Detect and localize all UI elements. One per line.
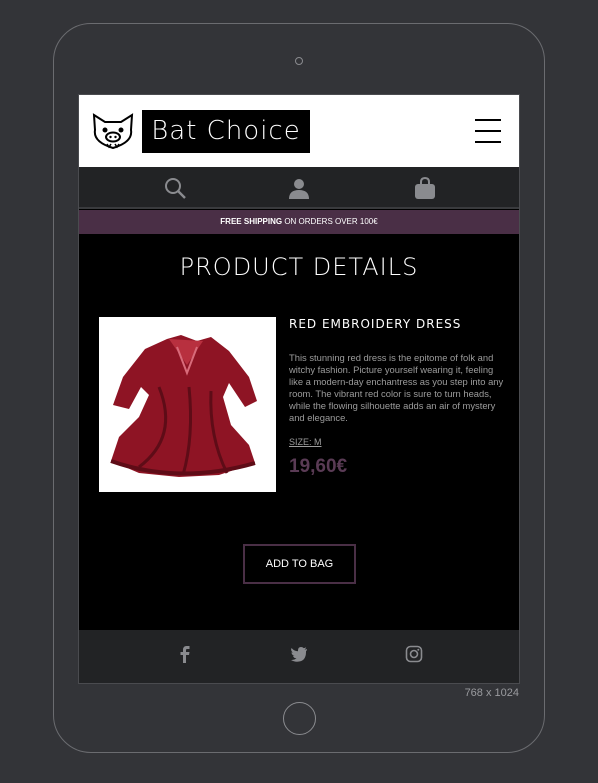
promo-bold: FREE SHIPPING: [220, 217, 283, 226]
viewport-size-label: 768 x 1024: [464, 687, 519, 699]
product-size[interactable]: SIZE: M: [289, 437, 504, 447]
product-description: This stunning red dress is the epitome o…: [289, 352, 504, 423]
site-footer: [79, 630, 519, 683]
camera-dot: [295, 57, 303, 65]
facebook-icon[interactable]: [176, 645, 194, 663]
product-name: RED EMBROIDERY DRESS: [289, 317, 462, 331]
search-icon[interactable]: [163, 176, 187, 200]
icon-nav-bar: [79, 167, 519, 209]
dress-image: [99, 317, 276, 492]
bag-icon[interactable]: [413, 176, 437, 200]
promo-text: ON ORDERS OVER 100€: [284, 217, 378, 226]
user-icon[interactable]: [287, 176, 311, 200]
page-title: PRODUCT DETAILS: [179, 253, 419, 281]
promo-banner: FREE SHIPPING ON ORDERS OVER 100€: [79, 210, 519, 234]
hamburger-menu-icon[interactable]: [475, 119, 501, 143]
screen: Bat Choice FREE SHIPPING ON ORDERS OVER …: [78, 94, 520, 684]
add-to-bag-button[interactable]: ADD TO BAG: [243, 544, 356, 584]
twitter-icon[interactable]: [290, 645, 308, 663]
site-header: Bat Choice: [79, 95, 519, 167]
home-button[interactable]: [283, 702, 316, 735]
brand-logo[interactable]: Bat Choice: [142, 110, 310, 153]
instagram-icon[interactable]: [405, 645, 423, 663]
product-price: 19,60€: [289, 456, 348, 477]
pig-logo-icon[interactable]: [89, 110, 137, 152]
product-image[interactable]: [99, 317, 276, 492]
product-details: RED EMBROIDERY DRESS This stunning red d…: [289, 317, 504, 478]
